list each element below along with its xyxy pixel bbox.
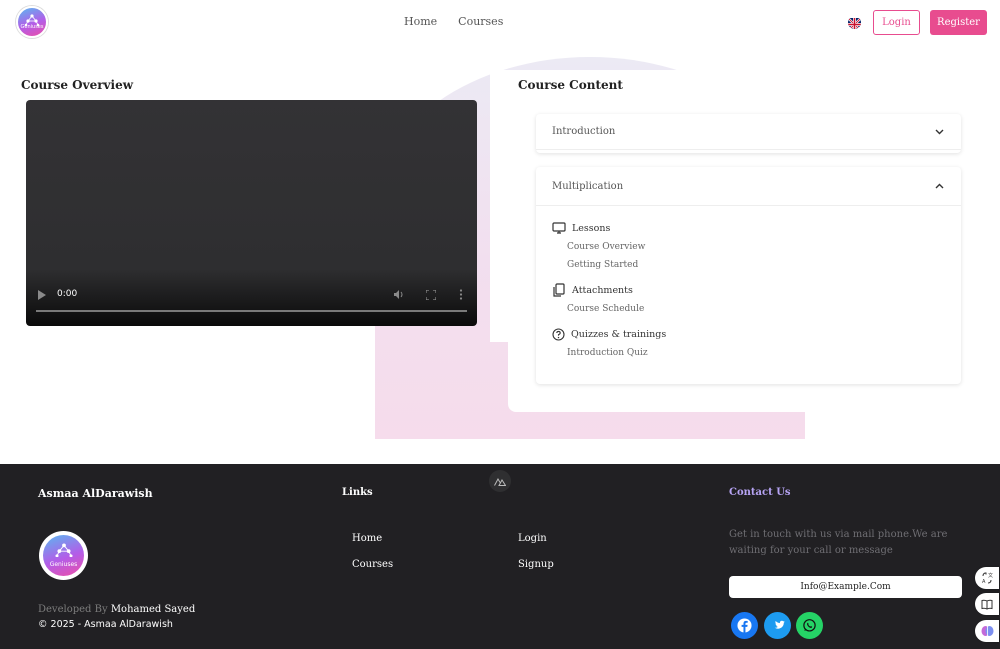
footer-link-courses[interactable]: Courses <box>352 559 393 570</box>
brain-assistant-icon[interactable] <box>975 620 999 642</box>
accordion-multiplication: Multiplication Lessons Course Overview G… <box>536 167 961 384</box>
twitter-icon[interactable] <box>764 612 791 639</box>
section-label: Introduction <box>552 126 616 137</box>
main-nav: Home Courses <box>404 15 503 28</box>
fullscreen-icon[interactable] <box>426 290 436 300</box>
register-button[interactable]: Register <box>930 10 987 35</box>
whatsapp-icon[interactable] <box>796 612 823 639</box>
translate-icon[interactable]: A文 <box>975 567 999 589</box>
footer-link-signup[interactable]: Signup <box>518 559 554 570</box>
uk-flag-icon[interactable] <box>848 16 861 29</box>
quizzes-group: Quizzes & trainings Introduction Quiz <box>552 326 945 360</box>
lessons-group: Lessons Course Overview Getting Started <box>552 220 945 272</box>
volume-icon[interactable] <box>393 289 405 300</box>
footer-link-home[interactable]: Home <box>352 533 382 544</box>
contact-text: Get in touch with us via mail phone.We a… <box>729 529 948 556</box>
svg-text:文: 文 <box>988 572 993 579</box>
chevron-down-icon <box>935 129 944 134</box>
question-circle-icon <box>552 327 565 341</box>
course-content-title: Course Content <box>518 78 623 92</box>
contact-email-button[interactable]: Info@Example.Com <box>729 576 962 598</box>
nav-home[interactable]: Home <box>404 15 437 28</box>
lesson-item[interactable]: Course Overview <box>552 240 945 254</box>
chevron-up-icon <box>935 183 944 189</box>
header: Geniuses Home Courses Login Register <box>0 0 1000 46</box>
decorative-background-mask <box>490 70 510 342</box>
monitor-icon <box>552 222 566 234</box>
footer-link-login[interactable]: Login <box>518 533 547 544</box>
footer-logo-text: Geniuses <box>49 561 78 568</box>
attachments-title: Attachments <box>572 284 633 296</box>
footer-logo[interactable]: Geniuses <box>39 531 88 580</box>
video-progress-bar[interactable] <box>36 310 467 312</box>
document-copy-icon <box>553 283 565 297</box>
quiz-item[interactable]: Introduction Quiz <box>552 346 945 360</box>
links-title: Links <box>342 487 373 498</box>
accordion-introduction: Introduction <box>536 114 961 153</box>
footer-brand-name: Asmaa AlDarawish <box>38 487 153 500</box>
developer-credit: Developed By Mohamed Sayed <box>38 604 195 615</box>
accordion-header-introduction[interactable]: Introduction <box>536 114 961 150</box>
login-button[interactable]: Login <box>873 10 920 35</box>
nuxt-devtools-icon[interactable] <box>489 470 511 492</box>
reader-icon[interactable] <box>975 593 999 615</box>
accordion-body: Lessons Course Overview Getting Started … <box>536 206 961 360</box>
logo-network-icon <box>24 14 40 26</box>
attachments-group: Attachments Course Schedule <box>552 282 945 316</box>
more-options-icon[interactable] <box>459 289 463 300</box>
developer-name[interactable]: Mohamed Sayed <box>111 604 195 615</box>
quizzes-title: Quizzes & trainings <box>571 328 667 340</box>
svg-text:A: A <box>982 579 986 584</box>
lessons-title: Lessons <box>572 222 611 234</box>
accordion-header-multiplication[interactable]: Multiplication <box>536 167 961 206</box>
attachment-item[interactable]: Course Schedule <box>552 302 945 316</box>
developed-by-label: Developed By <box>38 604 108 615</box>
nav-courses[interactable]: Courses <box>458 15 503 28</box>
video-time: 0:00 <box>57 289 78 299</box>
lesson-item[interactable]: Getting Started <box>552 258 945 272</box>
copyright: © 2025 - Asmaa AlDarawish <box>38 619 173 630</box>
play-icon[interactable] <box>37 290 47 300</box>
site-logo[interactable]: Geniuses <box>16 6 48 38</box>
contact-title: Contact Us <box>729 487 791 498</box>
section-label: Multiplication <box>552 180 624 192</box>
video-player[interactable] <box>26 100 477 326</box>
facebook-icon[interactable] <box>731 612 758 639</box>
course-overview-title: Course Overview <box>21 78 134 92</box>
logo-network-icon <box>54 543 73 557</box>
